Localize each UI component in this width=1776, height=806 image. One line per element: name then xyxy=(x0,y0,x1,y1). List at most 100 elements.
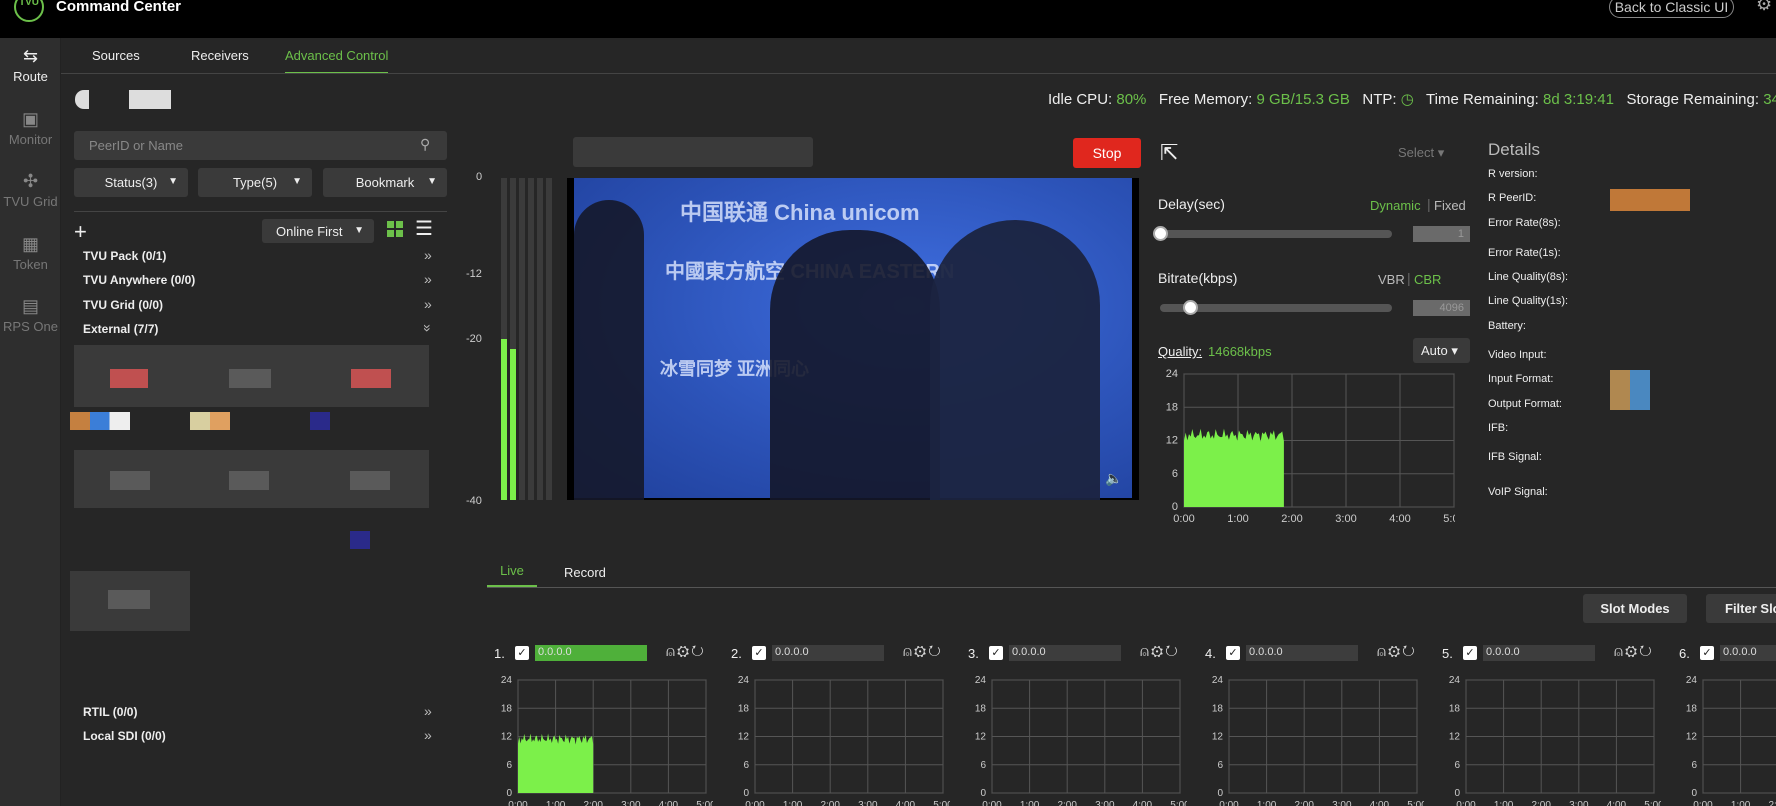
gear-icon[interactable]: ⚙ xyxy=(1756,0,1772,15)
settings-icon[interactable]: ⚙ xyxy=(677,644,691,660)
rail-tvu-grid[interactable]: ✣ TVU Grid xyxy=(0,171,61,209)
y-tick-label: 6 xyxy=(1217,760,1223,771)
slot-checkbox[interactable]: ✓ xyxy=(1226,646,1240,660)
view-toggle-right[interactable] xyxy=(129,90,171,109)
source-thumbnail[interactable] xyxy=(350,471,390,490)
vbr-option[interactable]: VBR xyxy=(1378,272,1405,287)
delay-slider[interactable] xyxy=(1160,230,1392,238)
filter-slots-button[interactable]: Filter Slots xyxy=(1706,594,1776,623)
slot-checkbox[interactable]: ✓ xyxy=(1700,646,1714,660)
settings-icon[interactable]: ⚙ xyxy=(1388,644,1402,660)
sort-dropdown[interactable]: Online First ▼ xyxy=(262,219,374,243)
delay-fixed-option[interactable]: Fixed xyxy=(1434,198,1466,213)
back-to-classic-button[interactable]: Back to Classic UI xyxy=(1609,0,1734,18)
group-tvu-pack[interactable]: TVU Pack (0/1) xyxy=(83,249,166,263)
settings-icon[interactable]: ⚙ xyxy=(1625,644,1639,660)
auto-dropdown[interactable]: Auto ▾ xyxy=(1413,338,1470,363)
share-icon[interactable]: ⇱ xyxy=(1160,140,1178,166)
x-tick-label: 4:00 xyxy=(896,800,916,806)
add-icon[interactable]: + xyxy=(74,219,87,245)
tab-sources[interactable]: Sources xyxy=(92,48,140,63)
source-thumbnail[interactable] xyxy=(351,369,391,388)
group-external[interactable]: External (7/7) xyxy=(83,322,158,336)
chevron-right-icon[interactable]: » xyxy=(424,296,432,312)
search-icon[interactable]: ⚲ xyxy=(420,136,430,153)
source-thumbnail[interactable] xyxy=(110,471,150,490)
refresh-icon[interactable]: ↻ xyxy=(1402,644,1417,660)
antenna-icon[interactable]: ⍝ xyxy=(1614,644,1625,660)
bitrate-value[interactable]: 4096 xyxy=(1413,300,1470,316)
x-tick-label: 5:00 xyxy=(1644,800,1661,806)
rail-monitor[interactable]: ▣ Monitor xyxy=(0,109,61,147)
search-input[interactable]: PeerID or Name xyxy=(74,131,447,160)
chevron-down-icon[interactable]: » xyxy=(420,324,436,332)
chevron-right-icon[interactable]: » xyxy=(424,271,432,287)
rail-rps-one[interactable]: ▤ RPS One xyxy=(0,296,61,334)
antenna-icon[interactable]: ⍝ xyxy=(666,644,677,660)
delay-dynamic-option[interactable]: Dynamic xyxy=(1370,198,1421,213)
bookmark-filter-label: Bookmark xyxy=(355,175,415,190)
slot-checkbox[interactable]: ✓ xyxy=(989,646,1003,660)
source-thumbnail[interactable] xyxy=(229,369,271,388)
rail-route[interactable]: ⇆ Route xyxy=(0,46,61,84)
cpu-label: Idle CPU: xyxy=(1048,91,1113,108)
slot-ip[interactable]: 0.0.0.0 xyxy=(772,645,884,661)
tab-live[interactable]: Live xyxy=(487,563,537,587)
y-tick-label: 24 xyxy=(1686,675,1698,686)
grid-view-icon[interactable] xyxy=(387,221,403,237)
quality-label[interactable]: Quality: xyxy=(1158,344,1202,359)
group-local-sdi[interactable]: Local SDI (0/0) xyxy=(83,729,166,743)
bookmark-filter[interactable]: Bookmark ▼ xyxy=(323,168,447,197)
speaker-icon[interactable]: 🔈 xyxy=(1105,470,1122,487)
slot-ip[interactable]: 0.0.0.0 xyxy=(535,645,647,661)
status-filter[interactable]: Status(3) ▼ xyxy=(74,168,188,197)
delay-slider-knob[interactable] xyxy=(1153,226,1168,241)
tab-receivers[interactable]: Receivers xyxy=(191,48,249,63)
chevron-right-icon[interactable]: » xyxy=(424,247,432,263)
tab-advanced-control[interactable]: Advanced Control xyxy=(285,48,389,74)
rail-token[interactable]: ▦ Token xyxy=(0,234,61,272)
slot-ip[interactable]: 0.0.0.0 xyxy=(1009,645,1121,661)
antenna-icon[interactable]: ⍝ xyxy=(1140,644,1151,660)
bitrate-slider-knob[interactable] xyxy=(1183,300,1199,315)
refresh-icon[interactable]: ↻ xyxy=(1165,644,1180,660)
tab-record[interactable]: Record xyxy=(564,565,606,580)
slot-checkbox[interactable]: ✓ xyxy=(1463,646,1477,660)
antenna-icon[interactable]: ⍝ xyxy=(903,644,914,660)
slot-ip[interactable]: 0.0.0.0 xyxy=(1483,645,1595,661)
source-thumbnail[interactable] xyxy=(110,369,148,388)
group-tvu-grid[interactable]: TVU Grid (0/0) xyxy=(83,298,163,312)
slot-ip[interactable]: 0.0.0.0 xyxy=(1720,645,1776,661)
video-figure xyxy=(770,230,940,500)
settings-icon[interactable]: ⚙ xyxy=(1151,644,1165,660)
select-dropdown[interactable]: Select ▾ xyxy=(1398,145,1444,161)
list-view-icon[interactable]: ☰ xyxy=(415,219,433,239)
stop-button[interactable]: Stop xyxy=(1073,138,1141,168)
refresh-icon[interactable]: ↻ xyxy=(928,644,943,660)
view-toggle-left[interactable] xyxy=(75,90,89,109)
ntp-label: NTP: xyxy=(1362,91,1397,108)
refresh-icon[interactable]: ↻ xyxy=(1639,644,1654,660)
antenna-icon[interactable]: ⍝ xyxy=(1377,644,1388,660)
group-rtil[interactable]: RTIL (0/0) xyxy=(83,705,137,719)
delay-value[interactable]: 1 xyxy=(1413,226,1470,242)
detail-input-format: Input Format: xyxy=(1488,373,1554,385)
slot-ip[interactable]: 0.0.0.0 xyxy=(1246,645,1358,661)
refresh-icon[interactable]: ↻ xyxy=(691,644,706,660)
slot-checkbox[interactable]: ✓ xyxy=(515,646,529,660)
group-tvu-anywhere[interactable]: TVU Anywhere (0/0) xyxy=(83,273,195,287)
slot-checkbox[interactable]: ✓ xyxy=(752,646,766,660)
slot-modes-button[interactable]: Slot Modes xyxy=(1583,594,1687,623)
chevron-right-icon[interactable]: » xyxy=(424,703,432,719)
settings-icon[interactable]: ⚙ xyxy=(914,644,928,660)
cbr-option[interactable]: CBR xyxy=(1414,272,1441,287)
x-tick-label: 3:00 xyxy=(1569,800,1589,806)
y-tick-label: 12 xyxy=(1686,732,1698,743)
bitrate-divider: | xyxy=(1407,270,1411,286)
type-filter[interactable]: Type(5) ▼ xyxy=(198,168,312,197)
source-thumbnail[interactable] xyxy=(108,590,150,609)
memory-label: Free Memory: xyxy=(1158,91,1253,108)
source-thumbnail[interactable] xyxy=(229,471,269,490)
y-tick-label: 24 xyxy=(1166,368,1178,380)
chevron-right-icon[interactable]: » xyxy=(424,727,432,743)
